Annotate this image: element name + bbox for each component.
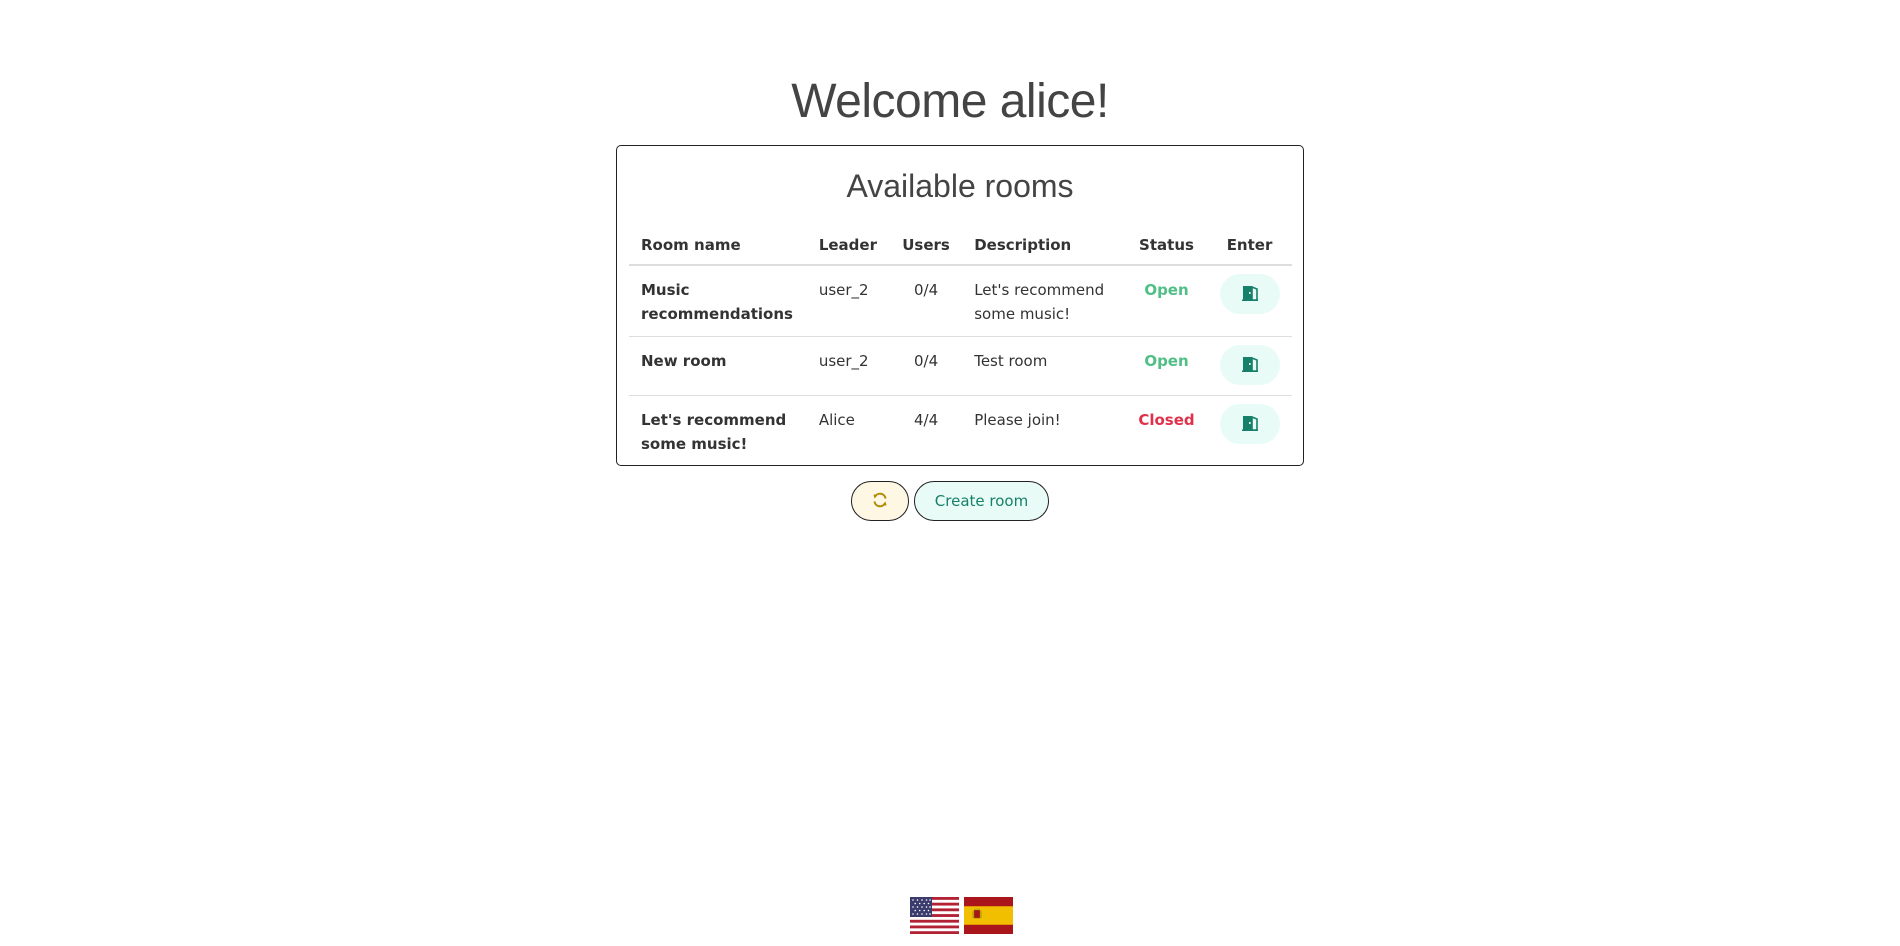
language-selector (910, 897, 1013, 934)
users-cell: 4/4 (913, 411, 939, 429)
description-cell: Please join! (974, 411, 1061, 429)
table-row: New room user_2 0/4 Test room Open (629, 336, 1292, 396)
table-header-row: Room name Leader Users Description Statu… (629, 236, 1292, 266)
rooms-table: Room name Leader Users Description Statu… (629, 236, 1292, 466)
room-name-cell: New room (629, 336, 807, 396)
door-icon (1241, 284, 1259, 305)
enter-cell (1207, 265, 1292, 337)
enter-room-button[interactable] (1219, 274, 1280, 314)
column-header-status: Status (1125, 236, 1208, 266)
column-header-enter: Enter (1207, 236, 1292, 266)
enter-cell (1207, 336, 1292, 396)
enter-room-button[interactable] (1219, 345, 1280, 385)
description-cell: Let's recommend some music! (962, 265, 1126, 337)
create-room-button[interactable]: Create room (913, 481, 1050, 521)
column-header-description: Description (962, 236, 1126, 266)
room-name-cell: Let's recommend some music! (641, 411, 787, 453)
column-header-users: Users (889, 236, 963, 266)
door-icon (1241, 355, 1259, 376)
room-actions: Create room (0, 481, 1900, 521)
leader-cell: user_2 (806, 265, 890, 337)
room-name-cell: Music recommendations (629, 265, 807, 337)
table-row: Music recommendations user_2 0/4 Let's r… (629, 265, 1292, 337)
column-header-leader: Leader (806, 236, 890, 266)
spain-flag-icon[interactable] (964, 897, 1013, 934)
status-badge: Open (1125, 265, 1208, 337)
us-flag-icon[interactable] (910, 897, 959, 934)
enter-cell (1207, 396, 1292, 467)
leader-cell: Alice (818, 411, 855, 429)
rooms-panel: Available rooms Room name Leader Users D… (616, 145, 1304, 466)
enter-room-button[interactable] (1219, 404, 1280, 444)
welcome-heading: Welcome alice! (791, 75, 1109, 128)
status-badge: Open (1125, 336, 1208, 396)
rooms-panel-title: Available rooms (846, 168, 1074, 204)
users-cell: 0/4 (889, 336, 963, 396)
table-row: Let's recommend some music! Alice 4/4 Pl… (629, 396, 1292, 467)
status-badge: Closed (1138, 411, 1195, 429)
refresh-button[interactable] (850, 481, 909, 521)
refresh-icon (872, 492, 888, 511)
column-header-room-name: Room name (629, 236, 807, 266)
door-icon (1241, 414, 1259, 435)
users-cell: 0/4 (889, 265, 963, 337)
leader-cell: user_2 (806, 336, 890, 396)
description-cell: Test room (962, 336, 1126, 396)
